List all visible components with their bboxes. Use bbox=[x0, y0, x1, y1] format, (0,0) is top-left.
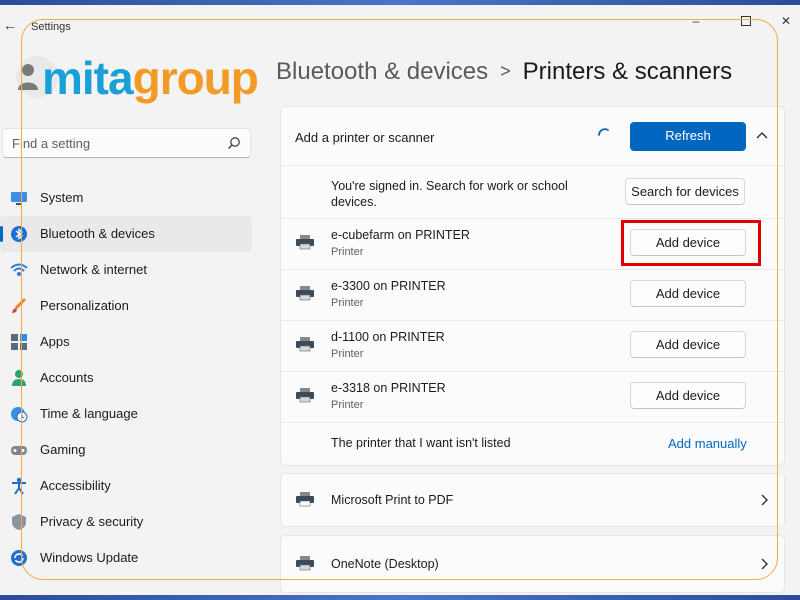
globe-clock-icon bbox=[11, 407, 28, 423]
sidebar-item-label: Bluetooth & devices bbox=[40, 226, 155, 241]
printer-name: d-1100 on PRINTER bbox=[331, 330, 445, 344]
breadcrumb-parent[interactable]: Bluetooth & devices bbox=[276, 58, 488, 85]
person-icon bbox=[12, 370, 26, 386]
update-icon bbox=[11, 550, 27, 566]
accessibility-icon bbox=[12, 477, 26, 495]
sidebar-item-label: Network & internet bbox=[40, 262, 147, 277]
add-device-button[interactable]: Add device bbox=[630, 280, 746, 307]
back-arrow-icon[interactable]: ← bbox=[2, 17, 18, 33]
sidebar-item-bluetooth[interactable]: Bluetooth & devices bbox=[0, 216, 252, 252]
add-device-button[interactable]: Add device bbox=[630, 382, 746, 409]
brand-logo: mitagroup bbox=[12, 50, 272, 110]
wifi-icon bbox=[10, 263, 28, 276]
sidebar-item-gaming[interactable]: Gaming bbox=[0, 432, 252, 468]
signed-in-text: You're signed in. Search for work or sch… bbox=[331, 179, 568, 209]
printer-icon bbox=[296, 337, 314, 352]
printer-name: e-3300 on PRINTER bbox=[331, 279, 446, 293]
search-icon bbox=[228, 137, 240, 149]
monitor-icon bbox=[11, 192, 27, 205]
chevron-right-icon bbox=[761, 558, 768, 570]
minimize-icon[interactable]: – bbox=[686, 13, 706, 29]
printer-icon bbox=[296, 286, 314, 301]
active-indicator bbox=[0, 226, 3, 242]
sidebar-item-label: Time & language bbox=[40, 406, 138, 421]
sidebar-item-personalization[interactable]: Personalization bbox=[0, 288, 252, 324]
breadcrumb: Bluetooth & devices > Printers & scanners bbox=[276, 58, 732, 86]
sidebar-item-system[interactable]: System bbox=[0, 180, 252, 216]
add-manually-link[interactable]: Add manually bbox=[668, 436, 747, 451]
logo-text: mitagroup bbox=[42, 50, 259, 106]
printer-icon bbox=[296, 388, 314, 403]
sidebar-item-accounts[interactable]: Accounts bbox=[0, 360, 252, 396]
sidebar-item-time-language[interactable]: Time & language bbox=[0, 396, 252, 432]
apps-icon bbox=[11, 334, 27, 350]
printer-type: Printer bbox=[331, 246, 364, 258]
chevron-up-icon[interactable] bbox=[754, 128, 770, 144]
maximize-icon[interactable] bbox=[736, 13, 756, 29]
sidebar-item-label: Personalization bbox=[40, 298, 129, 313]
sidebar-item-windows-update[interactable]: Windows Update bbox=[0, 540, 252, 576]
search-input[interactable]: Find a setting bbox=[2, 128, 251, 158]
search-for-devices-button[interactable]: Search for devices bbox=[625, 178, 745, 205]
printer-type: Printer bbox=[331, 297, 364, 309]
sidebar-item-label: Gaming bbox=[40, 442, 86, 457]
sidebar-item-accessibility[interactable]: Accessibility bbox=[0, 468, 252, 504]
title-bar: ← Settings – ✕ bbox=[0, 5, 800, 39]
sidebar-item-privacy[interactable]: Privacy & security bbox=[0, 504, 252, 540]
gamepad-icon bbox=[11, 446, 27, 455]
printer-icon bbox=[296, 235, 314, 250]
add-device-button[interactable]: Add device bbox=[630, 331, 746, 358]
logo-text-mita: mita bbox=[42, 52, 134, 104]
breadcrumb-separator: > bbox=[500, 61, 511, 81]
logo-text-group: group bbox=[132, 52, 259, 104]
onenote-printer-icon bbox=[296, 556, 314, 571]
refresh-button[interactable]: Refresh bbox=[630, 122, 746, 151]
installed-printer-name: OneNote (Desktop) bbox=[331, 557, 439, 571]
shield-icon bbox=[12, 514, 26, 530]
sidebar-item-network[interactable]: Network & internet bbox=[0, 252, 252, 288]
section-title: Add a printer or scanner bbox=[295, 130, 435, 145]
loading-spinner-icon bbox=[598, 128, 609, 136]
sidebar-item-label: Privacy & security bbox=[40, 514, 144, 529]
installed-printer-name: Microsoft Print to PDF bbox=[331, 493, 454, 507]
page-title: Printers & scanners bbox=[522, 58, 733, 85]
taskbar-edge bbox=[0, 595, 800, 600]
brush-icon bbox=[12, 297, 27, 313]
close-icon[interactable]: ✕ bbox=[776, 13, 796, 29]
sidebar-item-label: Windows Update bbox=[40, 550, 139, 565]
chevron-right-icon bbox=[761, 494, 768, 506]
pdf-printer-icon bbox=[296, 492, 314, 507]
sidebar-item-label: System bbox=[40, 190, 84, 205]
highlight-annotation bbox=[621, 220, 761, 266]
sidebar-item-apps[interactable]: Apps bbox=[0, 324, 252, 360]
search-placeholder: Find a setting bbox=[12, 136, 91, 151]
logo-person-icon bbox=[18, 64, 38, 90]
printer-name: e-3318 on PRINTER bbox=[331, 381, 446, 395]
sidebar-item-label: Accessibility bbox=[40, 478, 111, 493]
bluetooth-icon bbox=[11, 226, 27, 242]
printer-type: Printer bbox=[331, 348, 364, 360]
sidebar-item-label: Accounts bbox=[40, 370, 94, 385]
sidebar-nav: System Bluetooth & devices Network & int… bbox=[0, 180, 253, 576]
sidebar-item-label: Apps bbox=[40, 334, 70, 349]
printer-name: e-cubefarm on PRINTER bbox=[331, 228, 470, 242]
app-title: Settings bbox=[31, 21, 71, 33]
printer-type: Printer bbox=[331, 399, 364, 411]
printer-not-listed-text: The printer that I want isn't listed bbox=[331, 436, 511, 450]
